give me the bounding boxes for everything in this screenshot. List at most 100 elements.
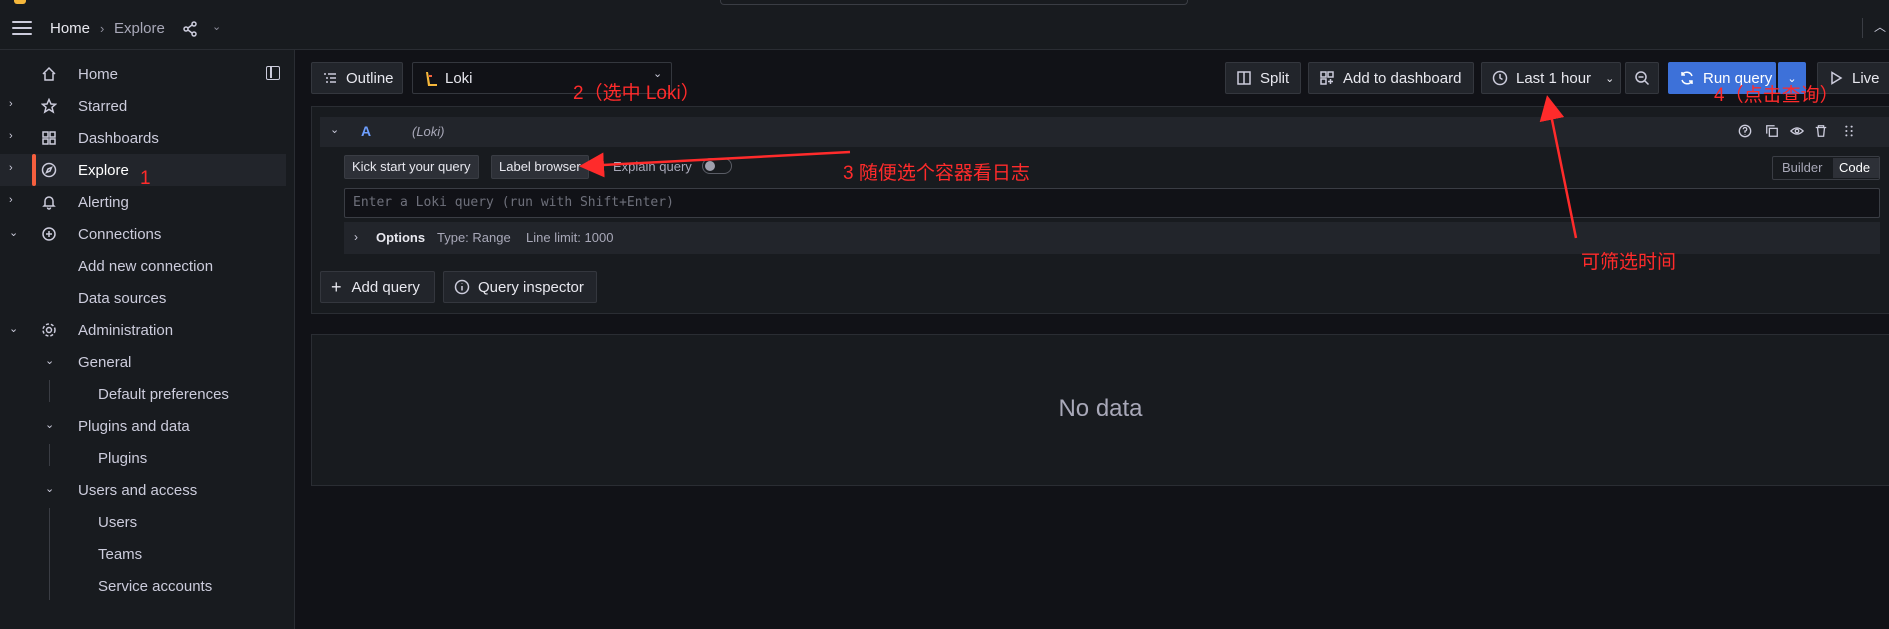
top-bar: Home › Explore ⌄ ︿: [0, 0, 1889, 50]
clock-icon: [1492, 70, 1508, 86]
chevron-right-icon[interactable]: ›: [9, 98, 13, 110]
sidebar-item-label: Starred: [78, 98, 128, 115]
sidebar-item-label: Administration: [78, 322, 174, 339]
search-bar[interactable]: [720, 0, 1188, 5]
gear-icon: [42, 323, 56, 337]
sidebar-item-alerting[interactable]: › Alerting: [0, 186, 286, 218]
chevron-down-icon: ⌄: [1605, 72, 1615, 85]
divider: [1862, 18, 1863, 38]
help-icon[interactable]: [1738, 124, 1752, 138]
sidebar-item-plugins[interactable]: Plugins: [98, 450, 147, 467]
sidebar-item-home[interactable]: Home: [0, 58, 286, 90]
menu-icon[interactable]: [12, 21, 32, 35]
add-query-label: Add query: [351, 278, 420, 296]
info-icon: [454, 279, 470, 295]
sidebar-item-default-preferences[interactable]: Default preferences: [98, 386, 229, 403]
chevron-down-icon[interactable]: ⌄: [45, 354, 54, 367]
chevron-down-icon[interactable]: ⌄: [212, 20, 221, 33]
compass-icon: [41, 162, 57, 178]
chevron-right-icon[interactable]: ›: [9, 162, 13, 174]
home-icon: [42, 66, 56, 81]
bell-icon: [42, 196, 56, 210]
add-query-button[interactable]: + Add query: [320, 271, 435, 303]
outline-label: Outline: [346, 69, 394, 87]
query-row-header: ⌄ A (Loki): [320, 117, 1889, 147]
trash-icon[interactable]: [1814, 124, 1828, 138]
annotation-5: 可筛选时间: [1581, 252, 1677, 273]
kick-start-button[interactable]: Kick start your query: [344, 155, 479, 179]
tree-line: [49, 444, 50, 466]
annotation-3: 3 随便选个容器看日志: [843, 163, 1030, 184]
label-browser-button[interactable]: Label browser: [491, 155, 589, 179]
sidebar-item-label: Alerting: [78, 194, 129, 211]
zoom-out-button[interactable]: [1625, 62, 1659, 94]
split-icon: [1237, 71, 1251, 85]
chevron-down-icon[interactable]: ⌄: [9, 322, 18, 335]
time-range-picker[interactable]: Last 1 hour ⌄: [1481, 62, 1621, 94]
sidebar-item-data-sources[interactable]: Data sources: [78, 290, 166, 307]
annotation-4: 4（点击查询）: [1714, 85, 1839, 106]
chevron-down-icon[interactable]: ⌄: [9, 226, 18, 239]
sidebar-item-teams[interactable]: Teams: [98, 546, 142, 563]
query-ref-id[interactable]: A: [361, 123, 371, 139]
loki-logo-icon: [426, 72, 437, 86]
chevron-right-icon[interactable]: ›: [9, 130, 13, 142]
star-icon: [41, 98, 57, 114]
list-icon: [324, 73, 336, 83]
sidebar-item-service-accounts[interactable]: Service accounts: [98, 578, 212, 595]
annotation-2: 2（选中 Loki）: [573, 83, 700, 104]
breadcrumb-explore: Explore: [114, 20, 165, 37]
sidebar-item-plugins-and-data[interactable]: Plugins and data: [78, 418, 190, 435]
sidebar-item-dashboards[interactable]: › Dashboards: [0, 122, 286, 154]
copy-icon[interactable]: [1765, 124, 1779, 138]
drag-handle-icon[interactable]: [1842, 124, 1856, 138]
chevron-right-icon[interactable]: ›: [9, 194, 13, 206]
options-line-limit: Line limit: 1000: [526, 230, 614, 245]
dashboards-icon: [1320, 71, 1334, 85]
sidebar-item-add-new-connection[interactable]: Add new connection: [78, 258, 213, 275]
chevron-up-icon[interactable]: ︿: [1874, 18, 1886, 35]
plus-icon: +: [331, 276, 342, 297]
split-button[interactable]: Split: [1225, 62, 1301, 94]
connections-icon: [42, 227, 56, 241]
query-inspector-label: Query inspector: [478, 278, 584, 296]
explain-query-toggle[interactable]: [702, 158, 732, 174]
sidebar-item-users-and-access[interactable]: Users and access: [78, 482, 197, 499]
eye-icon[interactable]: [1790, 124, 1804, 138]
grafana-logo-icon[interactable]: [14, 0, 26, 4]
query-input[interactable]: Enter a Loki query (run with Shift+Enter…: [344, 188, 1880, 218]
live-label: Live: [1852, 69, 1880, 87]
chevron-right-icon: ›: [354, 230, 358, 244]
editor-mode-switch: Builder Code: [1772, 156, 1880, 180]
refresh-icon: [1681, 71, 1693, 85]
options-type: Type: Range: [437, 230, 511, 245]
sidebar-item-label: Home: [78, 66, 119, 83]
chevron-down-icon[interactable]: ⌄: [45, 482, 54, 495]
sidebar-item-administration[interactable]: ⌄ Administration: [0, 314, 286, 346]
sidebar-item-label: Dashboards: [78, 130, 159, 147]
sidebar: Home › Starred › Dashboards › Explore › …: [0, 50, 295, 629]
add-to-dashboard-label: Add to dashboard: [1343, 69, 1462, 87]
outline-button[interactable]: Outline: [311, 62, 403, 94]
sidebar-item-connections[interactable]: ⌄ Connections: [0, 218, 286, 250]
code-mode-button[interactable]: Code: [1833, 158, 1879, 178]
chevron-down-icon[interactable]: ⌄: [330, 123, 339, 136]
zoom-out-icon: [1635, 71, 1650, 86]
builder-mode-button[interactable]: Builder: [1782, 160, 1822, 175]
time-range-label: Last 1 hour: [1516, 69, 1592, 87]
breadcrumb-home[interactable]: Home: [50, 20, 90, 37]
no-data-message: No data: [1058, 395, 1143, 422]
share-icon[interactable]: [182, 21, 198, 37]
query-inspector-button[interactable]: Query inspector: [443, 271, 597, 303]
options-label: Options: [376, 230, 426, 245]
sidebar-item-starred[interactable]: › Starred: [0, 90, 286, 122]
chevron-down-icon[interactable]: ⌄: [45, 418, 54, 431]
sidebar-item-users[interactable]: Users: [98, 514, 137, 531]
sidebar-item-label: Connections: [78, 226, 162, 243]
sidebar-item-label: Explore: [78, 162, 129, 179]
annotation-1: 1: [140, 168, 151, 189]
sidebar-item-general[interactable]: General: [78, 354, 131, 371]
query-datasource-label: (Loki): [412, 124, 445, 139]
tree-line: [49, 380, 50, 402]
add-to-dashboard-button[interactable]: Add to dashboard: [1308, 62, 1474, 94]
